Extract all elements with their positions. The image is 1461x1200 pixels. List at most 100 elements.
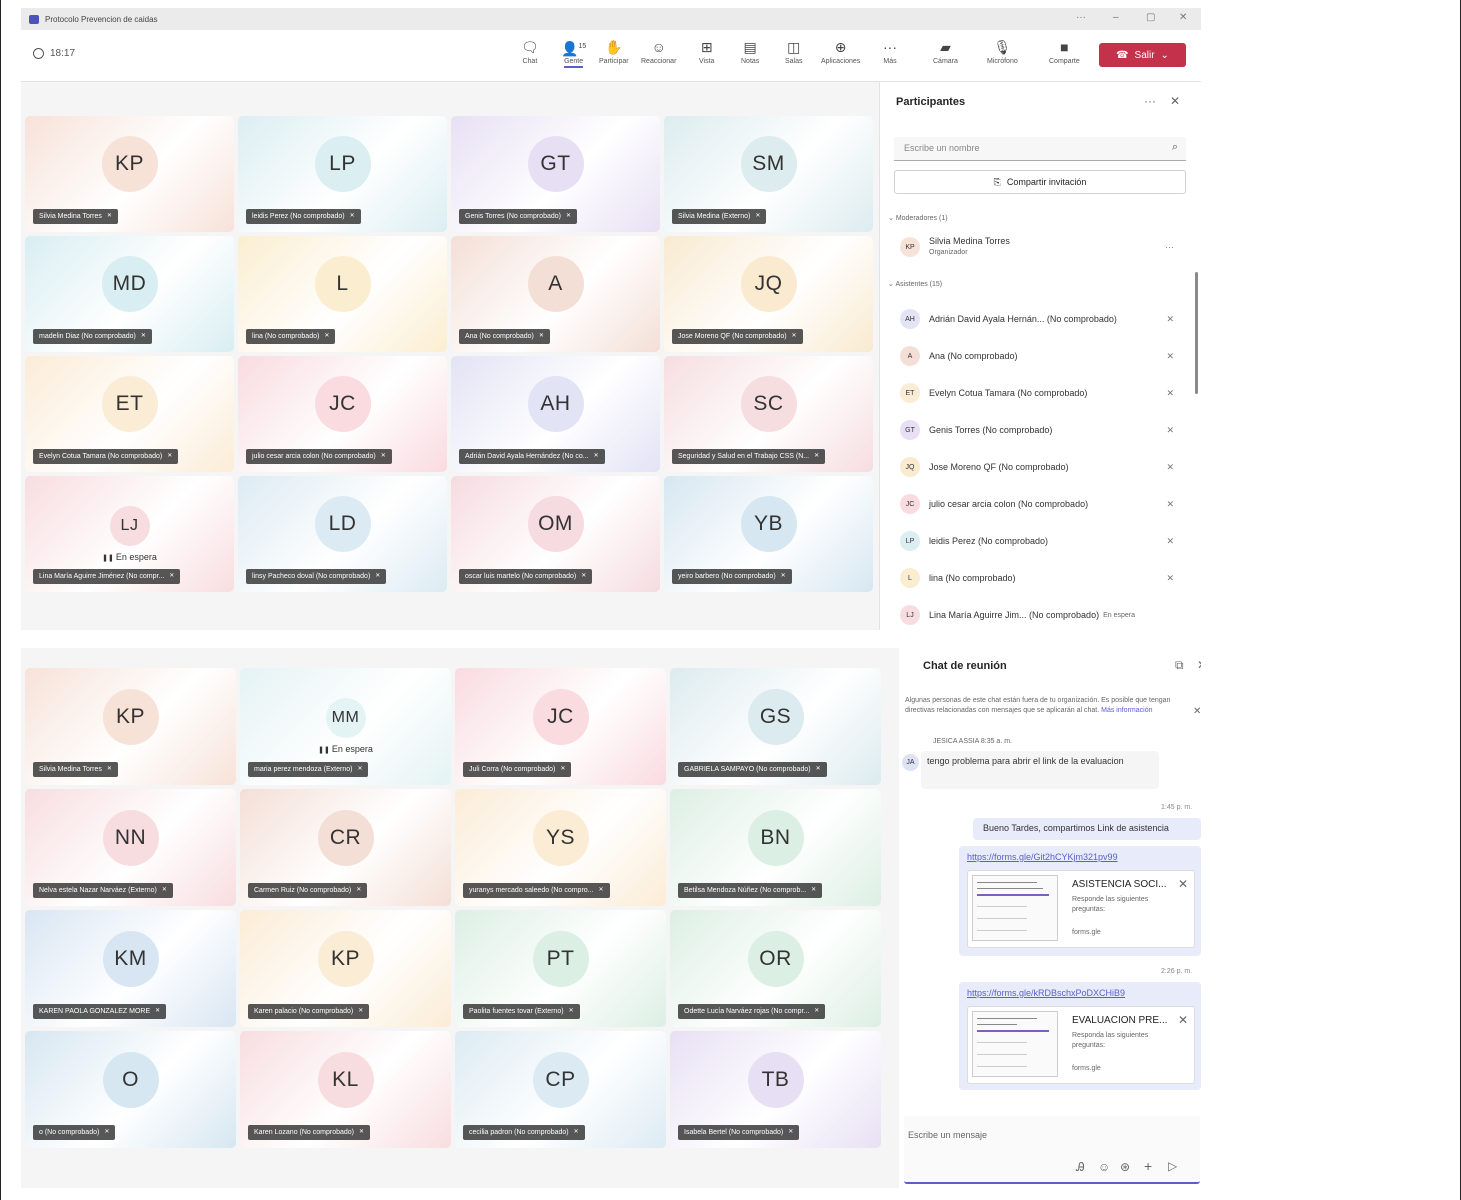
leave-button[interactable]: ☎ Salir ⌄: [1099, 43, 1186, 67]
mic-button[interactable]: 🎙 Micrófono: [987, 38, 1018, 65]
participant-name: Adrián David Ayala Hernández (No co...: [465, 453, 589, 460]
participant-tile[interactable]: KL Karen Lozano (No comprobado) ✕: [240, 1031, 451, 1148]
participant-tile[interactable]: ET Evelyn Cotua Tamara (No comprobado) ✕: [25, 356, 234, 472]
message-compose-box[interactable]: Escribe un mensaje Ꭿ ☺ ⊛ + ▷: [904, 1116, 1200, 1184]
minimize-icon[interactable]: –: [1113, 12, 1119, 23]
close-icon[interactable]: ✕: [1170, 94, 1180, 108]
participant-tile[interactable]: TB Isabela Bertel (No comprobado) ✕: [670, 1031, 881, 1148]
people-button[interactable]: 👤15 Gente: [561, 38, 586, 68]
maximize-icon[interactable]: ▢: [1146, 12, 1155, 23]
popout-icon[interactable]: ⧉: [1175, 658, 1184, 673]
participant-tile[interactable]: KP Silvia Medina Torres ✕: [25, 116, 234, 232]
participant-tile[interactable]: NN Nelva estela Nazar Narváez (Externo) ✕: [25, 789, 236, 906]
participant-name: Lina María Aguirre Jim... (No comprobado…: [929, 610, 1100, 620]
chat-icon: 🗨: [521, 39, 539, 55]
attendee-row[interactable]: AH Adrián David Ayala Hernán... (No compr…: [900, 304, 1190, 334]
rooms-button[interactable]: ◫ Salas: [785, 38, 803, 65]
dismiss-notice-icon[interactable]: ✕: [1193, 706, 1201, 717]
mic-off-icon: ✕: [538, 333, 544, 339]
attendee-row[interactable]: ET Evelyn Cotua Tamara (No comprobado) ✕: [900, 378, 1190, 408]
apps-button[interactable]: ⊕ Aplicaciones: [821, 38, 860, 65]
participant-tile[interactable]: CP cecilia padron (No comprobado) ✕: [455, 1031, 666, 1148]
participant-tile[interactable]: JQ Jose Moreno QF (No comprobado) ✕: [664, 236, 873, 352]
more-options-icon[interactable]: ···: [1144, 94, 1156, 108]
moderators-header[interactable]: ⌄ Moderadores (1): [888, 214, 948, 222]
search-input[interactable]: Escribe un nombre ⌕: [894, 137, 1186, 161]
raise-hand-button[interactable]: ✋ Participar: [599, 38, 629, 65]
attendees-label: Asistentes (15): [895, 281, 943, 288]
loop-icon[interactable]: ⊛: [1120, 1160, 1130, 1174]
participant-tile[interactable]: YS yuranys mercado saleedo (No compro... ✕: [455, 789, 666, 906]
emoji-icon[interactable]: ☺: [1098, 1160, 1110, 1174]
mic-off-icon: ✕: [814, 453, 820, 459]
participant-tile[interactable]: LP leidis Perez (No comprobado) ✕: [238, 116, 447, 232]
close-icon[interactable]: ✕: [1197, 658, 1201, 672]
participant-tile[interactable]: SC Seguridad y Salud en el Trabajo CSS (N…: [664, 356, 873, 472]
attendee-row[interactable]: JQ Jose Moreno QF (No comprobado) ✕: [900, 452, 1190, 482]
format-icon[interactable]: Ꭿ: [1076, 1160, 1085, 1175]
close-window-icon[interactable]: ✕: [1179, 12, 1187, 23]
more-button[interactable]: ··· Más: [883, 38, 897, 65]
attach-plus-icon[interactable]: +: [1144, 1158, 1152, 1174]
attendee-row[interactable]: JC julio cesar arcia colon (No comprobado…: [900, 489, 1190, 519]
more-info-link[interactable]: Más información: [1101, 707, 1152, 714]
participant-tile[interactable]: GS GABRIELA SAMPAYO (No comprobado) ✕: [670, 668, 881, 785]
attendee-row[interactable]: A Ana (No comprobado) ✕: [900, 341, 1190, 371]
compose-placeholder: Escribe un mensaje: [908, 1130, 988, 1140]
attendee-row[interactable]: LP leidis Perez (No comprobado) ✕: [900, 526, 1190, 556]
participant-name: cecilia padron (No comprobado): [469, 1129, 569, 1136]
participant-tile[interactable]: JC Juli Corra (No comprobado) ✕: [455, 668, 666, 785]
card-subtitle: Responde las siguientes preguntas:: [1072, 896, 1149, 913]
participant-tile[interactable]: KP Karen palacio (No comprobado) ✕: [240, 910, 451, 1027]
participant-name: Jose Moreno QF (No comprobado): [929, 462, 1069, 472]
participant-tile[interactable]: CR Carmen Ruiz (No comprobado) ✕: [240, 789, 451, 906]
people-label: Gente: [564, 58, 584, 68]
participant-tile[interactable]: JC julio cesar arcia colon (No comprobado…: [238, 356, 447, 472]
send-icon[interactable]: ▷: [1168, 1159, 1177, 1173]
link-preview-card[interactable]: ASISTENCIA SOCI... ✕ Responde las siguie…: [967, 870, 1195, 948]
participant-tile[interactable]: Oo (No comprobado) ✕: [25, 1031, 236, 1148]
forms-link[interactable]: https://forms.gle/kRDBschxPoDXCHiB9: [967, 988, 1125, 998]
view-button[interactable]: ⊞ Vista: [699, 38, 714, 65]
attendees-header[interactable]: ⌄ Asistentes (15): [888, 280, 942, 288]
share-invite-button[interactable]: ⎘ Compartir invitación: [894, 170, 1186, 194]
participant-tile[interactable]: OR Odette Lucía Narváez rojas (No compr..…: [670, 910, 881, 1027]
attendee-row[interactable]: Llina (No comprobado) ✕: [900, 563, 1190, 593]
participant-tile[interactable]: Llina (No comprobado) ✕: [238, 236, 447, 352]
participant-tile[interactable]: AH Adrián David Ayala Hernández (No co...…: [451, 356, 660, 472]
avatar: O: [102, 1051, 159, 1108]
link-preview-card[interactable]: EVALUACION PRE... ✕ Responda las siguien…: [967, 1006, 1195, 1084]
mic-off-icon: ✕: [1166, 424, 1174, 435]
participant-tile[interactable]: MM ❚❚ En espera maria perez mendoza (Exter…: [240, 668, 451, 785]
participant-tile[interactable]: LJ ❚❚ En espera Lina María Aguirre Jiménez…: [25, 476, 234, 592]
participant-tile[interactable]: PT Paolita fuentes tovar (Externo) ✕: [455, 910, 666, 1027]
close-preview-icon[interactable]: ✕: [1178, 1013, 1188, 1027]
participant-tile[interactable]: YB yeiro barbero (No comprobado) ✕: [664, 476, 873, 592]
participant-tile[interactable]: KP Silvia Medina Torres ✕: [25, 668, 236, 785]
participant-tile[interactable]: MD madelin Diaz (No comprobado) ✕: [25, 236, 234, 352]
attendee-row[interactable]: GT Genis Torres (No comprobado) ✕: [900, 415, 1190, 445]
participant-tile[interactable]: SM Silvia Medina (Externo) ✕: [664, 116, 873, 232]
react-button[interactable]: ☺ Reaccionar: [641, 38, 676, 65]
participant-name-label: Odette Lucía Narváez rojas (No compr... ✕: [678, 1004, 826, 1019]
more-icon[interactable]: ···: [1076, 12, 1086, 23]
camera-button[interactable]: ▰ Cámara: [933, 38, 958, 65]
chat-button[interactable]: 🗨 Chat: [521, 38, 539, 65]
participant-tile[interactable]: GT Genis Torres (No comprobado) ✕: [451, 116, 660, 232]
participant-tile[interactable]: LD linsy Pacheco doval (No comprobado) ✕: [238, 476, 447, 592]
participant-tile[interactable]: KM KAREN PAOLA GONZALEZ MORE ✕: [25, 910, 236, 1027]
close-preview-icon[interactable]: ✕: [1178, 877, 1188, 891]
notes-button[interactable]: ▤ Notas: [741, 38, 759, 65]
participant-tile[interactable]: BN Betilsa Mendoza Núñez (No comprob... ✕: [670, 789, 881, 906]
forms-link[interactable]: https://forms.gle/Git2hCYKjm321pv99: [967, 852, 1118, 862]
participant-name-label: Seguridad y Salud en el Trabajo CSS (N..…: [672, 449, 826, 464]
participant-tile[interactable]: OM oscar luis martelo (No comprobado) ✕: [451, 476, 660, 592]
more-icon[interactable]: ···: [1165, 242, 1174, 252]
participant-name: Silvia Medina Torres: [39, 766, 102, 773]
moderator-row[interactable]: KP Silvia Medina Torres Organizador ···: [900, 232, 1190, 262]
participant-tile[interactable]: A Ana (No comprobado) ✕: [451, 236, 660, 352]
scrollbar[interactable]: [1195, 272, 1198, 394]
share-button[interactable]: ■ Comparte: [1049, 38, 1080, 65]
attendee-row[interactable]: LJ Lina María Aguirre Jim... (No comproba…: [900, 600, 1190, 630]
grid-icon: ⊞: [700, 39, 713, 55]
